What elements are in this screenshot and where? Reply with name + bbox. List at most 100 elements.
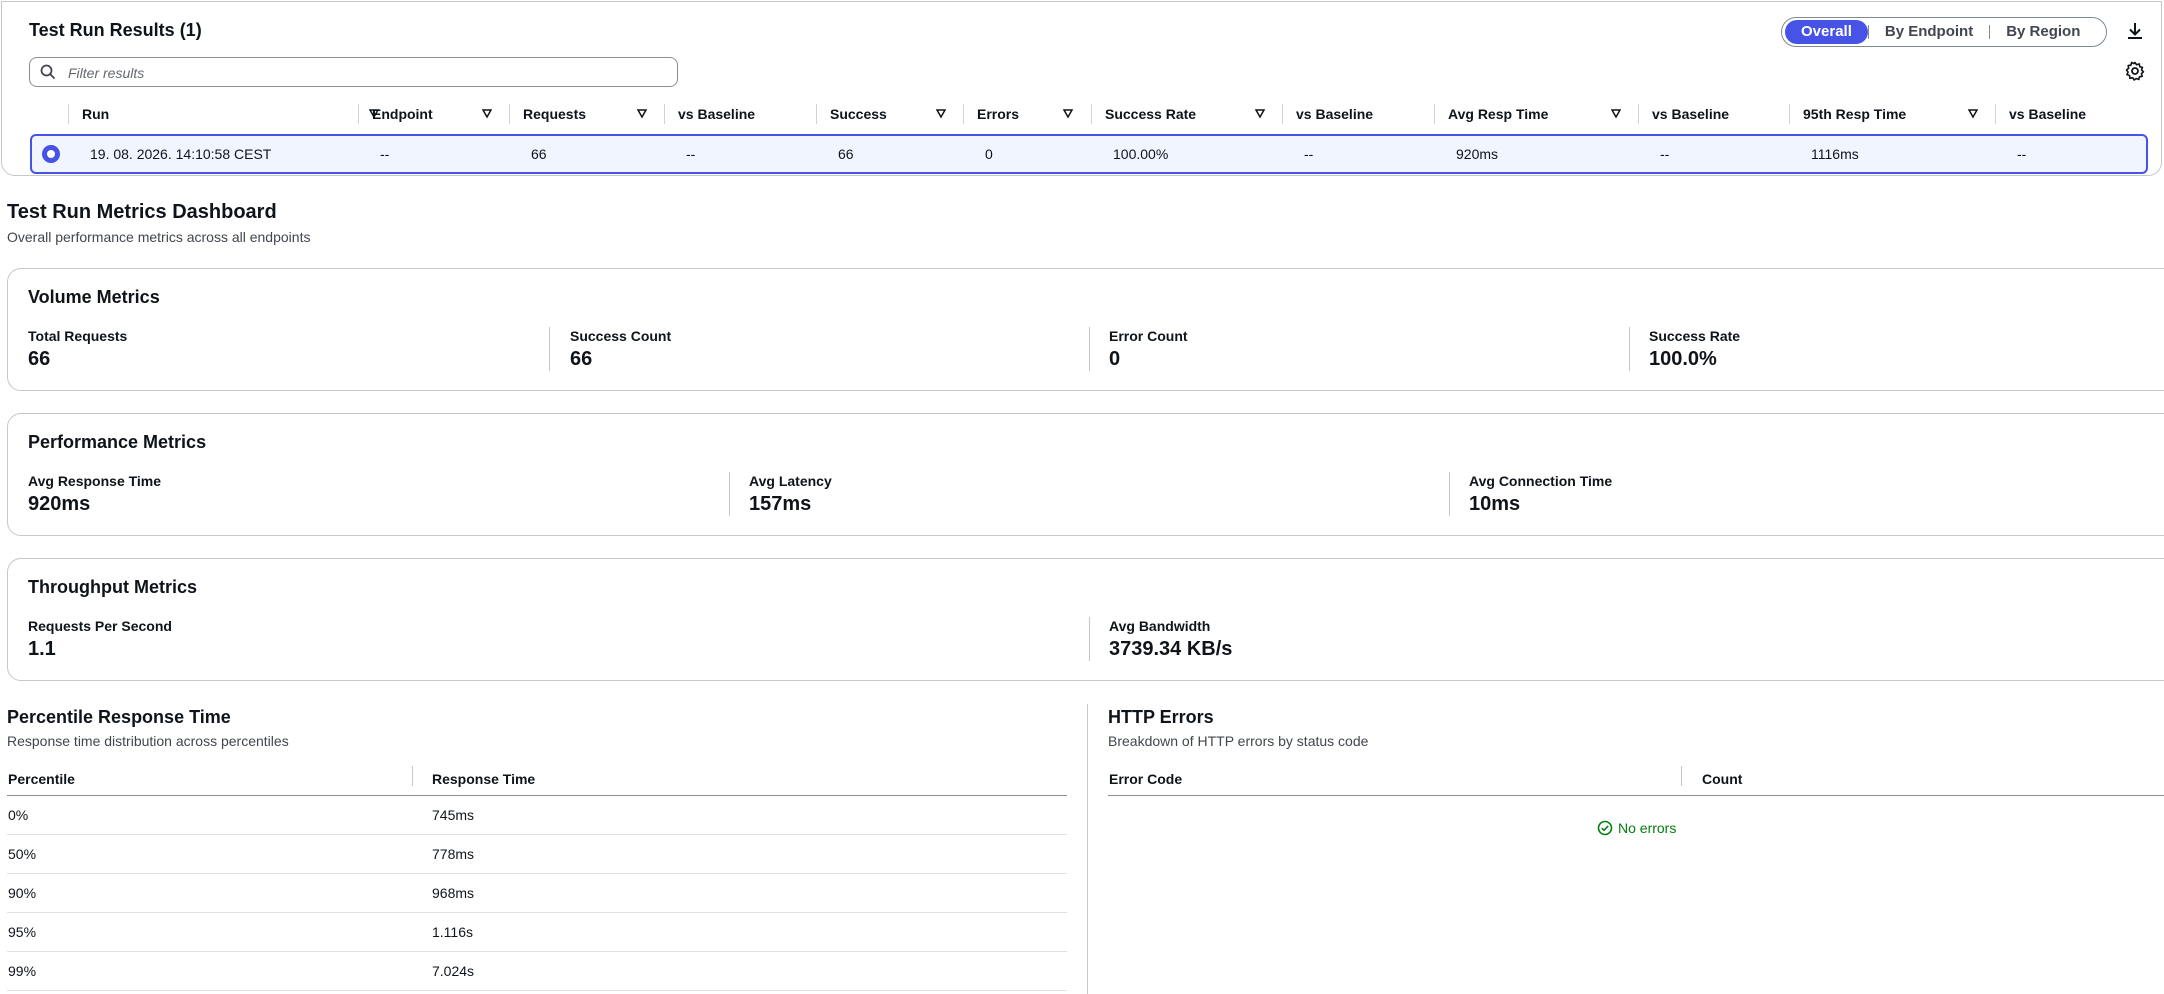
column-header-requests[interactable]: Requests xyxy=(509,102,664,126)
sort-icon[interactable] xyxy=(1611,109,1621,119)
metric-total-requests: Total Requests 66 xyxy=(28,328,128,370)
column-separator xyxy=(1789,104,1790,124)
results-table-header: Run Endpoint Requests vs Baseline Succes… xyxy=(30,102,2148,126)
column-separator xyxy=(664,104,665,124)
column-header-error-code[interactable]: Error Code xyxy=(1109,771,1182,787)
column-separator xyxy=(1282,104,1283,124)
tab-by-endpoint[interactable]: By Endpoint xyxy=(1869,20,1989,44)
metric-success-rate: Success Rate 100.0% xyxy=(1649,328,1741,370)
column-separator xyxy=(68,104,69,124)
performance-metrics-card: Performance Metrics Avg Response Time 92… xyxy=(7,413,2164,536)
throughput-metrics-title: Throughput Metrics xyxy=(28,577,197,597)
check-circle-icon xyxy=(1597,820,1613,836)
filter-field[interactable] xyxy=(29,57,678,87)
column-header-success[interactable]: Success xyxy=(816,102,963,126)
column-separator xyxy=(1995,104,1996,124)
column-header-errors[interactable]: Errors xyxy=(963,102,1091,126)
metric-divider xyxy=(1089,327,1090,371)
percentile-table: Percentile Response Time 0% 745ms 50% 77… xyxy=(7,760,1067,991)
sort-icon[interactable] xyxy=(637,109,647,119)
column-separator xyxy=(1638,104,1639,124)
column-header-vs-baseline-requests[interactable]: vs Baseline xyxy=(664,102,816,126)
table-row: 0% 745ms xyxy=(7,796,1067,835)
column-header-count[interactable]: Count xyxy=(1702,771,1742,787)
row-select-radio[interactable] xyxy=(42,145,60,163)
sort-icon[interactable] xyxy=(482,109,492,119)
column-header-endpoint[interactable]: Endpoint xyxy=(358,102,509,126)
metric-avg-response-time: Avg Response Time 920ms xyxy=(28,473,162,515)
http-errors-title: HTTP Errors xyxy=(1108,707,1214,727)
results-table-card: Test Run Results (1) Overall By Endpoint… xyxy=(1,1,2162,176)
metric-success-count: Success Count 66 xyxy=(570,328,672,370)
dashboard-title: Test Run Metrics Dashboard xyxy=(7,201,277,223)
column-header-vs-baseline-success-rate[interactable]: vs Baseline xyxy=(1282,102,1434,126)
cell-vs-baseline: -- xyxy=(1304,146,1314,162)
column-separator xyxy=(963,104,964,124)
cell-requests: 66 xyxy=(531,146,547,162)
results-title: Test Run Results (1) xyxy=(29,20,202,40)
column-separator xyxy=(1434,104,1435,124)
cell-endpoint: -- xyxy=(380,146,390,162)
metric-divider xyxy=(729,472,730,516)
http-errors-table-header: Error Code Count xyxy=(1108,760,2164,796)
no-errors-text: No errors xyxy=(1618,820,1677,836)
table-row: 95% 1.116s xyxy=(7,913,1067,952)
column-separator xyxy=(412,766,413,786)
cell-run: 19. 08. 2026. 14:10:58 CEST xyxy=(90,146,272,162)
search-icon xyxy=(40,64,56,80)
tab-overall[interactable]: Overall xyxy=(1785,20,1868,44)
column-separator xyxy=(358,104,359,124)
metric-error-count: Error Count 0 xyxy=(1109,328,1188,370)
percentile-subtitle: Response time distribution across percen… xyxy=(7,733,289,749)
column-header-vs-baseline-95th[interactable]: vs Baseline xyxy=(1995,102,2148,126)
column-separator xyxy=(1681,766,1682,786)
column-separator xyxy=(816,104,817,124)
throughput-metrics-card: Throughput Metrics Requests Per Second 1… xyxy=(7,558,2164,681)
http-errors-subtitle: Breakdown of HTTP errors by status code xyxy=(1108,733,1369,749)
table-row: 99% 7.024s xyxy=(7,952,1067,991)
no-errors-status: No errors xyxy=(1597,820,1676,836)
cell-vs-baseline: -- xyxy=(1660,146,1670,162)
volume-metrics-title: Volume Metrics xyxy=(28,287,160,307)
performance-metrics-title: Performance Metrics xyxy=(28,432,207,452)
sort-icon[interactable] xyxy=(936,109,946,119)
download-icon[interactable] xyxy=(2124,20,2146,42)
percentile-table-header: Percentile Response Time xyxy=(7,760,1067,796)
tab-by-region[interactable]: By Region xyxy=(1990,20,2096,44)
column-header-avg-resp-time[interactable]: Avg Resp Time xyxy=(1434,102,1638,126)
metric-avg-latency: Avg Latency 157ms xyxy=(749,473,832,515)
metric-avg-bandwidth: Avg Bandwidth 3739.34 KB/s xyxy=(1109,618,1233,660)
table-row[interactable]: 19. 08. 2026. 14:10:58 CEST -- 66 -- 66 … xyxy=(30,134,2148,174)
column-header-95th-resp-time[interactable]: 95th Resp Time xyxy=(1789,102,1995,126)
gear-icon[interactable] xyxy=(2124,60,2146,82)
column-header-run[interactable]: Run xyxy=(68,102,379,126)
sort-icon[interactable] xyxy=(1063,109,1073,119)
view-segmented-control: Overall By Endpoint By Region xyxy=(1781,17,2107,47)
column-separator xyxy=(509,104,510,124)
column-header-response-time[interactable]: Response Time xyxy=(432,771,535,787)
percentile-title: Percentile Response Time xyxy=(7,707,231,727)
metric-divider xyxy=(549,327,550,371)
cell-95th-resp-time: 1116ms xyxy=(1811,146,1859,162)
dashboard-subtitle: Overall performance metrics across all e… xyxy=(7,229,311,245)
sort-icon[interactable] xyxy=(1968,109,1978,119)
column-header-success-rate[interactable]: Success Rate xyxy=(1091,102,1282,126)
column-separator xyxy=(1091,104,1092,124)
cell-success: 66 xyxy=(838,146,854,162)
cell-errors: 0 xyxy=(985,146,993,162)
metric-divider xyxy=(1449,472,1450,516)
metric-divider xyxy=(1629,327,1630,371)
cell-avg-resp-time: 920ms xyxy=(1456,146,1499,162)
metric-requests-per-second: Requests Per Second 1.1 xyxy=(28,618,172,660)
filter-input[interactable] xyxy=(66,61,670,85)
column-header-vs-baseline-avg-resp[interactable]: vs Baseline xyxy=(1638,102,1789,126)
sort-icon[interactable] xyxy=(1255,109,1265,119)
cell-vs-baseline: -- xyxy=(2017,146,2027,162)
section-divider xyxy=(1087,704,1088,994)
column-header-percentile[interactable]: Percentile xyxy=(8,771,75,787)
cell-success-rate: 100.00% xyxy=(1113,146,1169,162)
volume-metrics-card: Volume Metrics Total Requests 66 Success… xyxy=(7,268,2164,391)
table-row: 90% 968ms xyxy=(7,874,1067,913)
metric-divider xyxy=(1089,617,1090,661)
table-row: 50% 778ms xyxy=(7,835,1067,874)
